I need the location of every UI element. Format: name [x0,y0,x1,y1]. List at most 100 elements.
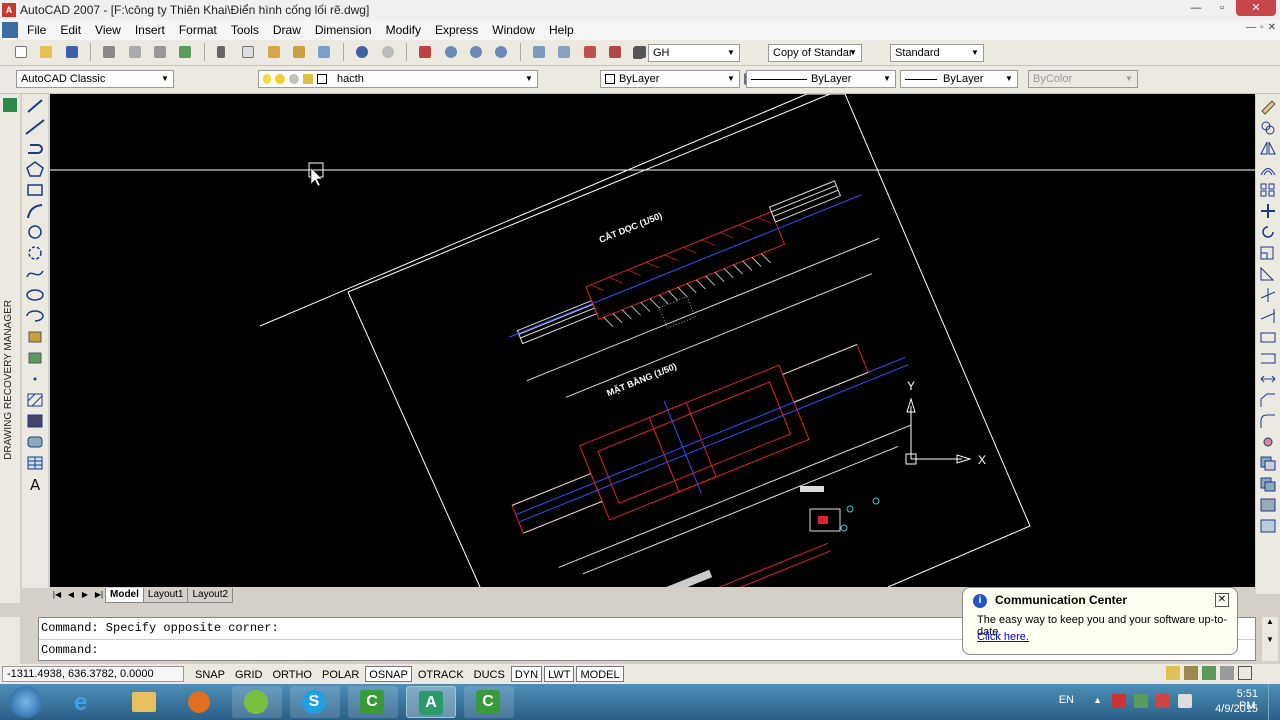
layer-combo[interactable]: hacth ▼ [258,70,538,88]
snap-toggle[interactable]: SNAP [191,666,229,682]
tool-palettes-icon[interactable] [581,43,599,61]
coordinate-readout[interactable]: -1311.4938, 636.3782, 0.0000 [2,666,184,682]
menu-tools[interactable]: Tools [224,23,266,37]
balloon-close-button[interactable]: ✕ [1215,593,1229,607]
close-button[interactable]: ✕ [1236,0,1276,16]
open-icon[interactable] [37,43,55,61]
autocad-taskbar-icon[interactable]: A [406,686,456,718]
lineweight-combo[interactable]: ByLayer ▼ [900,70,1018,88]
show-desktop-button[interactable] [1268,684,1280,720]
mirror-icon[interactable] [1258,139,1278,157]
text-style-combo[interactable]: GH ▼ [648,44,740,62]
multiline-text-icon[interactable]: A [24,475,46,494]
new-icon[interactable] [12,43,30,61]
3d-dwf-icon[interactable] [176,43,194,61]
move-icon[interactable] [1258,202,1278,220]
ducs-toggle[interactable]: DUCS [470,666,509,682]
lwt-toggle[interactable]: LWT [544,666,575,682]
lock-toolbar-icon[interactable] [1184,666,1198,680]
hatch-icon[interactable] [24,391,46,409]
skype-icon[interactable]: S [290,686,340,718]
manage-xrefs-icon[interactable] [1202,666,1216,680]
match-properties-icon[interactable] [290,43,308,61]
minimize-button[interactable]: — [1184,0,1208,16]
dyn-toggle[interactable]: DYN [510,666,543,682]
clock-date[interactable]: 4/9/2015 [1215,703,1258,715]
maximize-button[interactable]: ▫ [1210,0,1234,16]
first-tab-icon[interactable]: |◀ [50,588,64,602]
zoom-window-icon[interactable] [467,43,485,61]
zoom-previous-icon[interactable] [492,43,510,61]
construction-line-icon[interactable] [24,118,46,136]
doc-restore-button[interactable]: ▫ [1260,22,1264,33]
make-block-icon[interactable] [24,349,46,367]
prev-tab-icon[interactable]: ◀ [64,588,78,602]
polyline-icon[interactable] [24,139,46,157]
language-indicator[interactable]: EN [1059,694,1074,706]
stretch-icon[interactable] [1258,265,1278,283]
publish-icon[interactable] [151,43,169,61]
circle-icon[interactable] [24,223,46,241]
zoom-realtime-icon[interactable] [442,43,460,61]
last-tab-icon[interactable]: ▶| [92,588,106,602]
extend-icon[interactable] [1258,307,1278,325]
start-button[interactable] [4,686,48,718]
fillet-icon[interactable] [1258,412,1278,430]
scale-icon[interactable] [1258,244,1278,262]
flag-icon[interactable] [1156,694,1170,708]
status-menu-icon[interactable] [1220,666,1234,680]
copy-object-icon[interactable] [1258,118,1278,136]
explode-icon[interactable] [1258,433,1278,451]
balloon-link[interactable]: Click here. [977,631,1029,643]
document-icon[interactable] [2,22,18,38]
region-icon[interactable] [24,433,46,451]
ellipse-icon[interactable] [24,286,46,304]
network-warning-icon[interactable] [1112,694,1126,708]
polygon-icon[interactable] [24,160,46,178]
pan-icon[interactable] [416,43,434,61]
plot-preview-icon[interactable] [126,43,144,61]
tab-layout1[interactable]: Layout1 [142,587,189,603]
text-style-icon[interactable] [630,44,648,62]
volume-icon[interactable] [1178,694,1192,708]
tab-model[interactable]: Model [105,587,144,603]
point-icon[interactable] [24,370,46,388]
menu-insert[interactable]: Insert [128,23,172,37]
drawing-canvas[interactable]: CẮT DỌC (1/50) MẶT BẰNG (1/50) Y X [50,94,1255,587]
clean-screen-icon[interactable] [1238,666,1252,680]
menu-window[interactable]: Window [485,23,542,37]
drawing-recovery-manager[interactable]: DRAWING RECOVERY MANAGER [2,100,18,460]
text-edit-icon[interactable] [1258,517,1278,535]
menu-modify[interactable]: Modify [379,23,428,37]
dim-style-combo[interactable]: Copy of Standar ▼ [768,44,862,62]
menu-dimension[interactable]: Dimension [308,23,379,37]
join-icon[interactable] [1258,370,1278,388]
properties-icon[interactable] [530,43,548,61]
undo-icon[interactable] [353,43,371,61]
file-explorer-icon[interactable] [118,686,168,718]
plot-icon[interactable] [100,43,118,61]
unikey-tray-icon[interactable] [1134,694,1148,708]
tab-layout2[interactable]: Layout2 [187,587,234,603]
linetype-combo[interactable]: ByLayer ▼ [746,70,896,88]
cut-icon[interactable] [214,43,232,61]
line-icon[interactable] [24,97,46,115]
break-icon[interactable] [1258,349,1278,367]
camtasia-recorder-icon[interactable]: C [464,686,514,718]
trim-icon[interactable] [1258,286,1278,304]
edit-polyline-icon[interactable] [1258,475,1278,493]
menu-express[interactable]: Express [428,23,485,37]
command-scrollbar[interactable]: ▲ ▼ [1262,617,1278,661]
revision-cloud-icon[interactable] [24,244,46,262]
sheet-set-icon[interactable] [606,43,624,61]
menu-edit[interactable]: Edit [53,23,88,37]
polar-toggle[interactable]: POLAR [318,666,363,682]
rectangle-icon[interactable] [24,181,46,199]
doc-close-button[interactable]: ✕ [1268,22,1276,33]
grid-toggle[interactable]: GRID [231,666,267,682]
copy-icon[interactable] [239,43,257,61]
table-icon[interactable] [24,454,46,472]
menu-file[interactable]: File [20,23,53,37]
draworder-icon[interactable] [1258,454,1278,472]
osnap-toggle[interactable]: OSNAP [365,666,412,682]
